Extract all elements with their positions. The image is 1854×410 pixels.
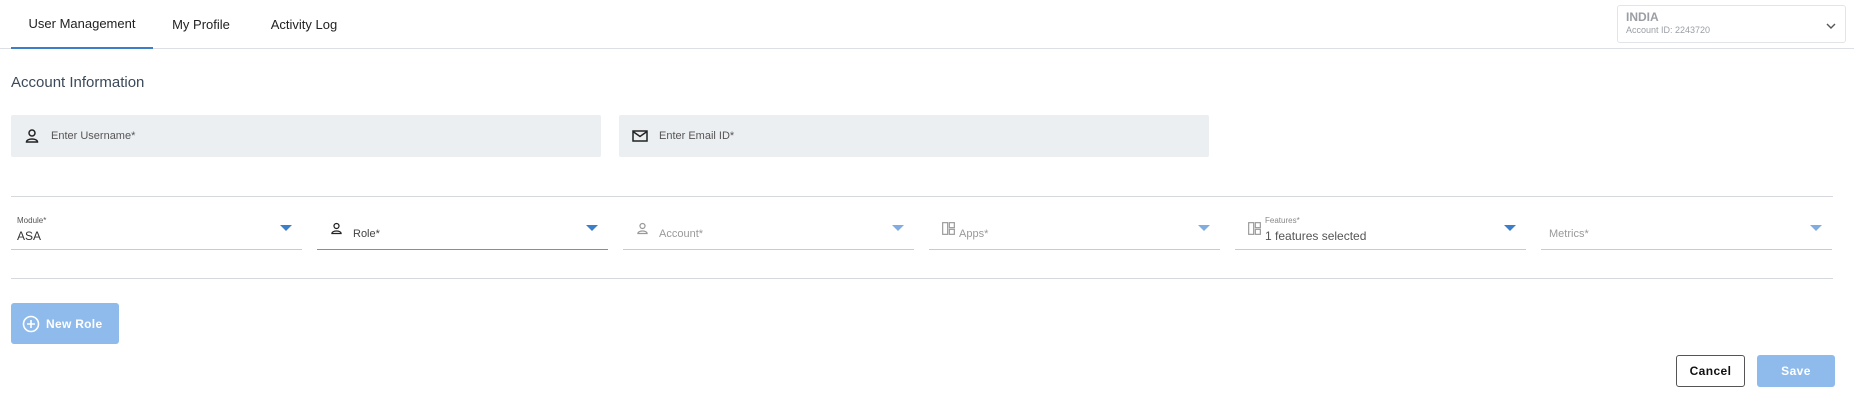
metrics-placeholder: Metrics* [1549,228,1589,240]
username-placeholder: Enter Username* [51,130,136,142]
account-placeholder: Account* [659,228,704,240]
person-icon [635,221,650,236]
divider [11,196,1833,197]
metrics-dropdown[interactable]: Metrics* [1541,212,1832,250]
save-button[interactable]: Save [1757,355,1835,387]
cancel-button[interactable]: Cancel [1676,355,1745,387]
role-placeholder: Role* [353,228,380,240]
add-circle-icon [22,315,40,333]
account-selector[interactable]: INDIA Account ID: 2243720 [1617,5,1846,43]
tab-user-management[interactable]: User Management [11,0,153,49]
new-role-label: New Role [46,316,103,331]
new-role-button[interactable]: New Role [11,303,119,344]
features-dropdown[interactable]: Features* 1 features selected [1235,212,1526,250]
role-dropdown[interactable]: Role* [317,212,608,250]
divider [11,278,1833,279]
username-field[interactable]: Enter Username* [11,115,601,157]
apps-placeholder: Apps* [959,228,989,240]
account-name: INDIA [1626,10,1659,24]
account-dropdown[interactable]: Account* [623,212,914,250]
account-id: Account ID: 2243720 [1626,25,1711,35]
person-icon [329,221,344,236]
person-icon [23,127,41,145]
dropdown-arrow-icon[interactable] [1198,225,1210,231]
dashboard-icon [941,221,956,236]
features-value: 1 features selected [1265,229,1367,243]
apps-dropdown[interactable]: Apps* [929,212,1220,250]
module-dropdown[interactable]: Module* ASA [11,212,302,250]
dropdown-arrow-icon[interactable] [1810,225,1822,231]
dropdown-arrow-icon[interactable] [586,225,598,231]
dropdown-arrow-icon[interactable] [892,225,904,231]
tab-bar: User Management My Profile Activity Log … [0,0,1854,49]
module-label: Module* [17,216,47,225]
dashboard-icon [1247,221,1262,236]
dropdown-arrow-icon[interactable] [280,225,292,231]
chevron-down-icon[interactable] [1825,19,1837,31]
section-title: Account Information [11,74,145,91]
features-label: Features* [1265,216,1300,225]
mail-icon [631,127,649,145]
email-field[interactable]: Enter Email ID* [619,115,1209,157]
module-value: ASA [17,229,42,243]
email-placeholder: Enter Email ID* [659,130,735,142]
tab-my-profile[interactable]: My Profile [158,0,244,48]
dropdown-arrow-icon[interactable] [1504,225,1516,231]
tab-activity-log[interactable]: Activity Log [255,0,353,48]
